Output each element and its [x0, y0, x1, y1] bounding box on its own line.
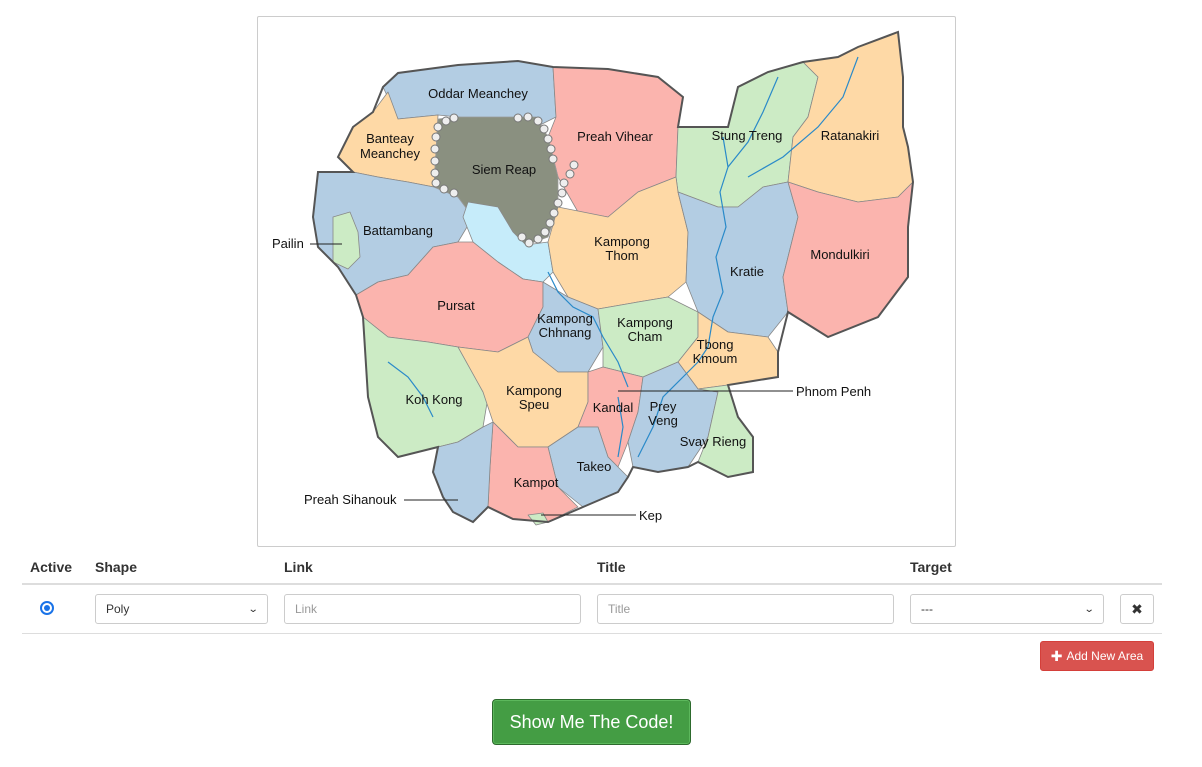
- label-kampong-thom-line1: Kampong: [594, 234, 650, 249]
- label-kampong-cham-line2: Cham: [628, 329, 663, 344]
- shape-select-value: Poly: [106, 602, 130, 616]
- label-stung-treng: Stung Treng: [712, 128, 783, 143]
- label-kampong-cham-line1: Kampong: [617, 315, 673, 330]
- link-input-placeholder: Link: [295, 602, 318, 616]
- label-preah-vihear: Preah Vihear: [577, 129, 653, 144]
- title-input-placeholder: Title: [608, 602, 631, 616]
- header-shape: Shape: [87, 550, 276, 585]
- table-header-row: Active Shape Link Title Target: [22, 550, 1162, 585]
- plus-icon: ✚: [1050, 647, 1063, 664]
- label-koh-kong: Koh Kong: [405, 392, 462, 407]
- header-active: Active: [22, 550, 87, 585]
- areas-table: Active Shape Link Title Target Poly ⌄ Li…: [22, 550, 1162, 634]
- label-siem-reap: Siem Reap: [472, 162, 536, 177]
- label-kampong-speu-line1: Kampong: [506, 383, 562, 398]
- add-new-area-button[interactable]: ✚ Add New Area: [1040, 641, 1154, 671]
- link-input[interactable]: Link: [284, 594, 581, 624]
- cambodia-map[interactable]: Oddar Meanchey Banteay Meanchey Siem Rea…: [258, 17, 955, 546]
- label-prey-veng-line1: Prey: [650, 399, 677, 414]
- label-kep: Kep: [639, 508, 662, 523]
- title-input[interactable]: Title: [597, 594, 894, 624]
- show-code-label: Show Me The Code!: [509, 711, 674, 732]
- label-kampong-thom-line2: Thom: [605, 248, 638, 263]
- label-mondulkiri: Mondulkiri: [810, 247, 869, 262]
- label-kandal: Kandal: [593, 400, 634, 415]
- delete-area-button[interactable]: ✖: [1120, 594, 1154, 624]
- table-row: Poly ⌄ Link Title --- ⌄ ✖: [22, 584, 1162, 634]
- label-kampong-chhnang-line2: Chhnang: [539, 325, 592, 340]
- label-svay-rieng: Svay Rieng: [680, 434, 746, 449]
- label-tbong-kmoum-line2: Kmoum: [693, 351, 738, 366]
- header-title: Title: [589, 550, 902, 585]
- header-target: Target: [902, 550, 1112, 585]
- label-banteay-meanchey-line1: Banteay: [366, 131, 414, 146]
- active-radio[interactable]: [40, 600, 54, 615]
- label-phnom-penh: Phnom Penh: [796, 384, 871, 399]
- label-banteay-meanchey-line2: Meanchey: [360, 146, 420, 161]
- label-kampong-chhnang-line1: Kampong: [537, 311, 593, 326]
- label-pursat: Pursat: [437, 298, 475, 313]
- header-actions: [1112, 550, 1162, 585]
- label-pailin: Pailin: [272, 236, 304, 251]
- header-link: Link: [276, 550, 589, 585]
- shape-select[interactable]: Poly ⌄: [95, 594, 268, 624]
- label-kratie: Kratie: [730, 264, 764, 279]
- chevron-down-icon: ⌄: [1083, 603, 1095, 615]
- label-oddar-meanchey: Oddar Meanchey: [428, 86, 528, 101]
- label-preah-sihanouk: Preah Sihanouk: [304, 492, 397, 507]
- map-image-frame[interactable]: Oddar Meanchey Banteay Meanchey Siem Rea…: [257, 16, 956, 547]
- label-kampong-speu-line2: Speu: [519, 397, 549, 412]
- label-battambang: Battambang: [363, 223, 433, 238]
- target-select[interactable]: --- ⌄: [910, 594, 1104, 624]
- label-tbong-kmoum-line1: Tbong: [697, 337, 734, 352]
- label-kampot: Kampot: [514, 475, 559, 490]
- close-icon: ✖: [1131, 600, 1143, 617]
- label-ratanakiri: Ratanakiri: [821, 128, 880, 143]
- label-takeo: Takeo: [577, 459, 612, 474]
- label-prey-veng-line2: Veng: [648, 413, 678, 428]
- target-select-value: ---: [921, 602, 933, 616]
- chevron-down-icon: ⌄: [247, 603, 259, 615]
- add-new-area-label: Add New Area: [1066, 649, 1144, 663]
- show-code-button[interactable]: Show Me The Code!: [492, 699, 691, 745]
